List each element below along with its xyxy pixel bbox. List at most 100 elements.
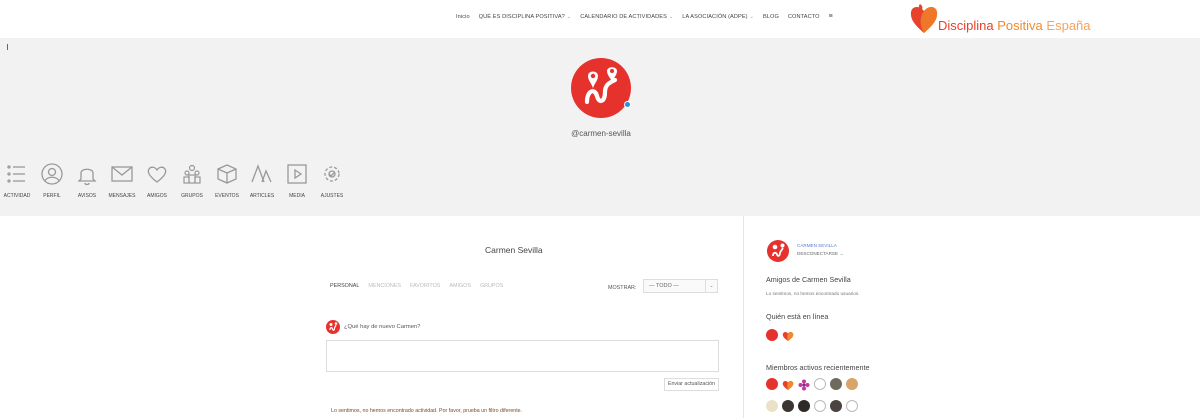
active-member-avatar[interactable] <box>782 378 794 390</box>
menu-item-calendario[interactable]: CALENDARIO DE ACTIVIDADES ⌄ <box>580 14 673 20</box>
tab-grupos[interactable]: GRUPOS <box>480 283 503 289</box>
heart-logo-icon <box>910 4 938 33</box>
profile-nav-amigos[interactable]: AMIGOS <box>140 162 174 210</box>
profile-nav-label: MEDIA <box>289 193 305 199</box>
tab-favoritos[interactable]: FAVORITOS <box>410 283 440 289</box>
online-title: Quién está en línea <box>766 312 829 321</box>
profile-nav-avisos[interactable]: AVISOS <box>70 162 104 210</box>
profile-nav-label: AMIGOS <box>146 193 167 199</box>
profile-nav-label: EVENTOS <box>215 193 239 199</box>
profile-name: Carmen Sevilla <box>485 245 543 255</box>
active-member-avatar[interactable] <box>830 378 842 390</box>
friends-empty-text: Lo sentimos, no hemos encontrado usuario… <box>766 291 860 296</box>
active-member-avatar[interactable] <box>798 378 810 391</box>
logo-word: Disciplina <box>938 18 994 33</box>
active-member-avatar[interactable] <box>830 400 842 412</box>
active-member-avatar[interactable] <box>846 378 858 390</box>
chevron-down-icon: ⌄ <box>668 13 674 20</box>
tab-personal[interactable]: PERSONAL <box>330 283 359 289</box>
default-avatar-icon[interactable] <box>814 378 826 390</box>
logo-word: España <box>1046 18 1091 33</box>
chevron-down-icon: ⌄ <box>705 280 717 292</box>
friends-title: Amigos de Carmen Sevilla <box>766 275 851 284</box>
hamburger-icon[interactable]: ≡ <box>829 13 833 20</box>
profile-avatar[interactable] <box>571 58 631 118</box>
profile-nav-grupos[interactable]: GRUPOS <box>175 162 209 210</box>
activity-tabs: PERSONAL MENCIONES FAVORITOS AMIGOS GRUP… <box>330 283 503 289</box>
default-avatar-icon[interactable] <box>814 400 826 412</box>
profile-nav-perfil[interactable]: PERFIL <box>35 162 69 210</box>
user-icon <box>41 163 63 185</box>
profile-nav-ajustes[interactable]: AJUSTES <box>315 162 349 210</box>
profile-nav-actividad[interactable]: ACTIVIDAD <box>0 162 34 210</box>
pin-route-icon <box>584 67 618 105</box>
menu-item-label: QUÉ ES DISCIPLINA POSITIVA? <box>478 13 565 20</box>
user-avatar <box>326 320 340 334</box>
heart-logo-icon <box>782 332 794 341</box>
default-avatar-icon[interactable] <box>846 400 858 412</box>
filter-value: — TODO — <box>649 283 679 289</box>
active-members-title: Miembros activos recientemente <box>766 363 870 372</box>
site-logo[interactable]: Disciplina Positiva España <box>906 2 1096 38</box>
profile-nav-label: AJUSTES <box>320 193 344 199</box>
pin-route-icon <box>772 243 785 257</box>
profile-nav-label: AVISOS <box>77 193 97 199</box>
menu-item-blog[interactable]: BLOG <box>763 14 779 20</box>
online-status-dot <box>624 101 631 108</box>
profile-nav-media[interactable]: MEDIA <box>280 162 314 210</box>
profile-nav-label: ACTIVIDAD <box>3 193 31 199</box>
divider <box>7 44 8 50</box>
menu-item-que-es[interactable]: QUÉ ES DISCIPLINA POSITIVA? ⌄ <box>479 14 572 20</box>
group-icon <box>183 164 201 184</box>
status-update-textarea[interactable] <box>326 340 719 372</box>
top-navigation: Inicio QUÉ ES DISCIPLINA POSITIVA? ⌄ CALE… <box>0 0 1200 38</box>
main-menu: Inicio QUÉ ES DISCIPLINA POSITIVA? ⌄ CALE… <box>456 13 833 20</box>
sidebar-avatar[interactable] <box>767 240 789 262</box>
sidebar: CARMEN SEVILLA DESCONECTARSE → Amigos de… <box>743 216 1200 418</box>
sidebar-user-link[interactable]: CARMEN SEVILLA <box>797 243 837 248</box>
profile-nav-articles[interactable]: ARTICLES <box>245 162 279 210</box>
menu-item-label: LA ASOCIACIÓN (ADPE) <box>682 13 748 20</box>
profile-nav-label: ARTICLES <box>249 193 275 199</box>
logout-link[interactable]: DESCONECTARSE → <box>797 251 844 256</box>
active-member-avatar[interactable] <box>798 400 810 412</box>
active-member-avatar[interactable] <box>782 400 794 412</box>
menu-item-inicio[interactable]: Inicio <box>456 14 470 20</box>
chevron-down-icon: ⌄ <box>566 13 572 20</box>
profile-handle: @carmen-sevilla <box>571 129 631 138</box>
profile-nav-label: PERFIL <box>43 193 61 199</box>
empty-activity-notice: Lo sentimos, no hemos encontrado activid… <box>331 408 523 414</box>
post-update-button[interactable]: Enviar actualización <box>664 378 719 391</box>
profile-navigation: ACTIVIDAD PERFIL AVISOS MENSAJES AMIGOS … <box>0 162 350 210</box>
profile-nav-label: GRUPOS <box>181 193 203 199</box>
logo-wordmark: Disciplina Positiva España <box>938 18 1091 33</box>
post-prompt: ¿Qué hay de nuevo Carmen? <box>344 324 421 330</box>
online-member-avatar[interactable] <box>782 329 794 341</box>
filter-label: MOSTRAR: <box>608 285 637 291</box>
media-icon <box>287 164 307 184</box>
online-member-avatar[interactable] <box>766 329 778 341</box>
active-member-avatar[interactable] <box>766 378 778 390</box>
tab-menciones[interactable]: MENCIONES <box>368 283 401 289</box>
profile-nav-mensajes[interactable]: MENSAJES <box>105 162 139 210</box>
menu-item-contacto[interactable]: CONTACTO <box>788 14 820 20</box>
chevron-down-icon: ⌄ <box>749 13 754 20</box>
profile-nav-label: MENSAJES <box>108 193 136 199</box>
heart-icon <box>147 166 167 183</box>
box-icon <box>217 164 237 184</box>
logo-word: Positiva <box>997 18 1043 33</box>
menu-item-asociacion[interactable]: LA ASOCIACIÓN (ADPE) ⌄ <box>682 14 754 20</box>
menu-item-label: CALENDARIO DE ACTIVIDADES <box>580 13 667 20</box>
flower-icon <box>798 379 810 391</box>
heart-logo-icon <box>782 381 794 390</box>
gear-icon <box>324 166 340 182</box>
articles-icon <box>251 164 272 183</box>
active-member-avatar[interactable] <box>766 400 778 412</box>
list-icon <box>7 165 25 183</box>
tab-amigos[interactable]: AMIGOS <box>449 283 471 289</box>
activity-filter-select[interactable]: — TODO — ⌄ <box>643 279 718 293</box>
bell-icon <box>77 168 97 186</box>
profile-nav-eventos[interactable]: EVENTOS <box>210 162 244 210</box>
envelope-icon <box>111 166 133 182</box>
pin-route-icon <box>329 322 338 331</box>
